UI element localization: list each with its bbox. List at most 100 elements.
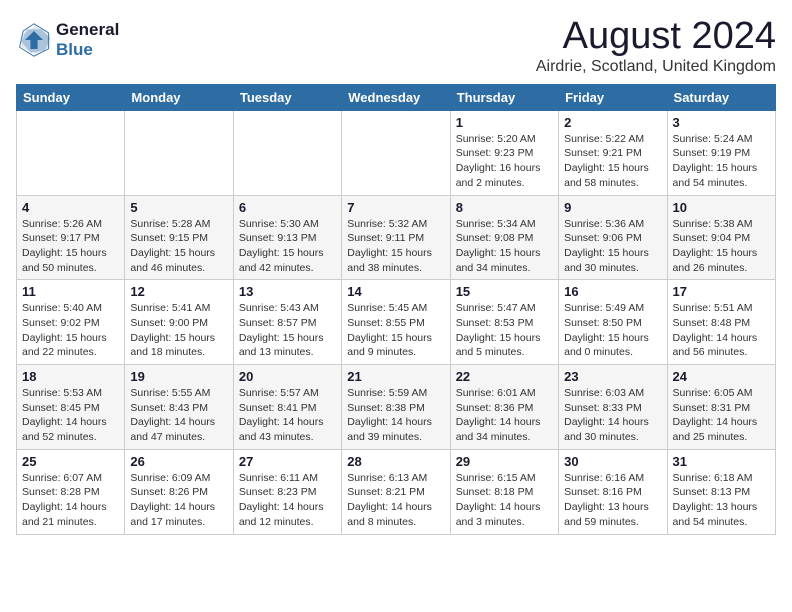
calendar-day-cell: 2 Sunrise: 5:22 AMSunset: 9:21 PMDaylight… <box>559 110 667 195</box>
day-number: 11 <box>22 284 119 299</box>
day-info: Sunrise: 5:49 AMSunset: 8:50 PMDaylight:… <box>564 301 661 360</box>
calendar-day-cell: 4 Sunrise: 5:26 AMSunset: 9:17 PMDaylight… <box>17 195 125 280</box>
day-info: Sunrise: 5:26 AMSunset: 9:17 PMDaylight:… <box>22 217 119 276</box>
day-number: 8 <box>456 200 553 215</box>
page-header: General Blue August 2024 Airdrie, Scotla… <box>16 16 776 76</box>
calendar-day-cell: 14 Sunrise: 5:45 AMSunset: 8:55 PMDayligh… <box>342 280 450 365</box>
day-number: 17 <box>673 284 770 299</box>
day-number: 2 <box>564 115 661 130</box>
calendar-day-cell: 25 Sunrise: 6:07 AMSunset: 8:28 PMDayligh… <box>17 449 125 534</box>
logo-icon <box>16 22 52 58</box>
calendar-week-row: 25 Sunrise: 6:07 AMSunset: 8:28 PMDayligh… <box>17 449 776 534</box>
day-number: 22 <box>456 369 553 384</box>
day-info: Sunrise: 6:18 AMSunset: 8:13 PMDaylight:… <box>673 471 770 530</box>
calendar-week-row: 11Sunrise: 5:40 AMSunset: 9:02 PMDayligh… <box>17 280 776 365</box>
day-number: 27 <box>239 454 336 469</box>
calendar-week-row: 4 Sunrise: 5:26 AMSunset: 9:17 PMDaylight… <box>17 195 776 280</box>
calendar-day-cell: 8 Sunrise: 5:34 AMSunset: 9:08 PMDaylight… <box>450 195 558 280</box>
page-title: August 2024 <box>536 16 776 58</box>
day-info: Sunrise: 5:32 AMSunset: 9:11 PMDaylight:… <box>347 217 444 276</box>
day-number: 12 <box>130 284 227 299</box>
day-number: 21 <box>347 369 444 384</box>
day-info: Sunrise: 5:20 AMSunset: 9:23 PMDaylight:… <box>456 132 553 191</box>
day-number: 14 <box>347 284 444 299</box>
day-info: Sunrise: 6:15 AMSunset: 8:18 PMDaylight:… <box>456 471 553 530</box>
day-number: 20 <box>239 369 336 384</box>
day-header-thursday: Thursday <box>450 84 558 110</box>
calendar-week-row: 1 Sunrise: 5:20 AMSunset: 9:23 PMDaylight… <box>17 110 776 195</box>
calendar-day-cell: 29 Sunrise: 6:15 AMSunset: 8:18 PMDayligh… <box>450 449 558 534</box>
day-number: 25 <box>22 454 119 469</box>
calendar-day-cell: 20 Sunrise: 5:57 AMSunset: 8:41 PMDayligh… <box>233 365 341 450</box>
calendar-day-cell: 11Sunrise: 5:40 AMSunset: 9:02 PMDayligh… <box>17 280 125 365</box>
calendar-day-cell: 1 Sunrise: 5:20 AMSunset: 9:23 PMDaylight… <box>450 110 558 195</box>
calendar-day-cell: 17 Sunrise: 5:51 AMSunset: 8:48 PMDayligh… <box>667 280 775 365</box>
day-info: Sunrise: 5:22 AMSunset: 9:21 PMDaylight:… <box>564 132 661 191</box>
calendar-day-cell: 27Sunrise: 6:11 AMSunset: 8:23 PMDayligh… <box>233 449 341 534</box>
calendar-day-cell: 24 Sunrise: 6:05 AMSunset: 8:31 PMDayligh… <box>667 365 775 450</box>
day-number: 1 <box>456 115 553 130</box>
day-info: Sunrise: 5:53 AMSunset: 8:45 PMDaylight:… <box>22 386 119 445</box>
calendar-day-cell: 12 Sunrise: 5:41 AMSunset: 9:00 PMDayligh… <box>125 280 233 365</box>
calendar-empty-cell <box>342 110 450 195</box>
day-info: Sunrise: 6:13 AMSunset: 8:21 PMDaylight:… <box>347 471 444 530</box>
calendar-day-cell: 26Sunrise: 6:09 AMSunset: 8:26 PMDayligh… <box>125 449 233 534</box>
calendar-day-cell: 21Sunrise: 5:59 AMSunset: 8:38 PMDayligh… <box>342 365 450 450</box>
day-header-friday: Friday <box>559 84 667 110</box>
day-info: Sunrise: 5:57 AMSunset: 8:41 PMDaylight:… <box>239 386 336 445</box>
day-info: Sunrise: 5:24 AMSunset: 9:19 PMDaylight:… <box>673 132 770 191</box>
calendar-empty-cell <box>125 110 233 195</box>
day-number: 4 <box>22 200 119 215</box>
day-number: 18 <box>22 369 119 384</box>
day-number: 7 <box>347 200 444 215</box>
day-header-saturday: Saturday <box>667 84 775 110</box>
day-number: 24 <box>673 369 770 384</box>
calendar-day-cell: 31 Sunrise: 6:18 AMSunset: 8:13 PMDayligh… <box>667 449 775 534</box>
calendar-day-cell: 3 Sunrise: 5:24 AMSunset: 9:19 PMDaylight… <box>667 110 775 195</box>
calendar-empty-cell <box>233 110 341 195</box>
day-info: Sunrise: 5:41 AMSunset: 9:00 PMDaylight:… <box>130 301 227 360</box>
day-info: Sunrise: 6:05 AMSunset: 8:31 PMDaylight:… <box>673 386 770 445</box>
title-block: August 2024 Airdrie, Scotland, United Ki… <box>536 16 776 76</box>
day-info: Sunrise: 5:43 AMSunset: 8:57 PMDaylight:… <box>239 301 336 360</box>
day-header-wednesday: Wednesday <box>342 84 450 110</box>
day-info: Sunrise: 5:36 AMSunset: 9:06 PMDaylight:… <box>564 217 661 276</box>
calendar-day-cell: 30Sunrise: 6:16 AMSunset: 8:16 PMDayligh… <box>559 449 667 534</box>
day-number: 29 <box>456 454 553 469</box>
day-number: 23 <box>564 369 661 384</box>
day-header-tuesday: Tuesday <box>233 84 341 110</box>
day-number: 6 <box>239 200 336 215</box>
calendar-day-cell: 16Sunrise: 5:49 AMSunset: 8:50 PMDayligh… <box>559 280 667 365</box>
calendar-day-cell: 6 Sunrise: 5:30 AMSunset: 9:13 PMDaylight… <box>233 195 341 280</box>
day-info: Sunrise: 6:07 AMSunset: 8:28 PMDaylight:… <box>22 471 119 530</box>
day-number: 26 <box>130 454 227 469</box>
day-number: 19 <box>130 369 227 384</box>
day-info: Sunrise: 6:16 AMSunset: 8:16 PMDaylight:… <box>564 471 661 530</box>
calendar-day-cell: 13Sunrise: 5:43 AMSunset: 8:57 PMDayligh… <box>233 280 341 365</box>
day-number: 31 <box>673 454 770 469</box>
calendar-week-row: 18 Sunrise: 5:53 AMSunset: 8:45 PMDayligh… <box>17 365 776 450</box>
day-number: 15 <box>456 284 553 299</box>
calendar-day-cell: 19 Sunrise: 5:55 AMSunset: 8:43 PMDayligh… <box>125 365 233 450</box>
day-info: Sunrise: 5:28 AMSunset: 9:15 PMDaylight:… <box>130 217 227 276</box>
day-info: Sunrise: 5:38 AMSunset: 9:04 PMDaylight:… <box>673 217 770 276</box>
calendar-day-cell: 9 Sunrise: 5:36 AMSunset: 9:06 PMDaylight… <box>559 195 667 280</box>
calendar-empty-cell <box>17 110 125 195</box>
calendar-day-cell: 28Sunrise: 6:13 AMSunset: 8:21 PMDayligh… <box>342 449 450 534</box>
day-number: 10 <box>673 200 770 215</box>
day-info: Sunrise: 5:55 AMSunset: 8:43 PMDaylight:… <box>130 386 227 445</box>
page-subtitle: Airdrie, Scotland, United Kingdom <box>536 58 776 76</box>
day-header-sunday: Sunday <box>17 84 125 110</box>
day-info: Sunrise: 5:45 AMSunset: 8:55 PMDaylight:… <box>347 301 444 360</box>
calendar-day-cell: 18 Sunrise: 5:53 AMSunset: 8:45 PMDayligh… <box>17 365 125 450</box>
day-info: Sunrise: 6:03 AMSunset: 8:33 PMDaylight:… <box>564 386 661 445</box>
day-number: 9 <box>564 200 661 215</box>
calendar-day-cell: 22Sunrise: 6:01 AMSunset: 8:36 PMDayligh… <box>450 365 558 450</box>
calendar-header-row: SundayMondayTuesdayWednesdayThursdayFrid… <box>17 84 776 110</box>
calendar-day-cell: 10 Sunrise: 5:38 AMSunset: 9:04 PMDayligh… <box>667 195 775 280</box>
day-info: Sunrise: 5:51 AMSunset: 8:48 PMDaylight:… <box>673 301 770 360</box>
day-info: Sunrise: 5:34 AMSunset: 9:08 PMDaylight:… <box>456 217 553 276</box>
day-info: Sunrise: 5:47 AMSunset: 8:53 PMDaylight:… <box>456 301 553 360</box>
day-info: Sunrise: 5:30 AMSunset: 9:13 PMDaylight:… <box>239 217 336 276</box>
day-number: 3 <box>673 115 770 130</box>
